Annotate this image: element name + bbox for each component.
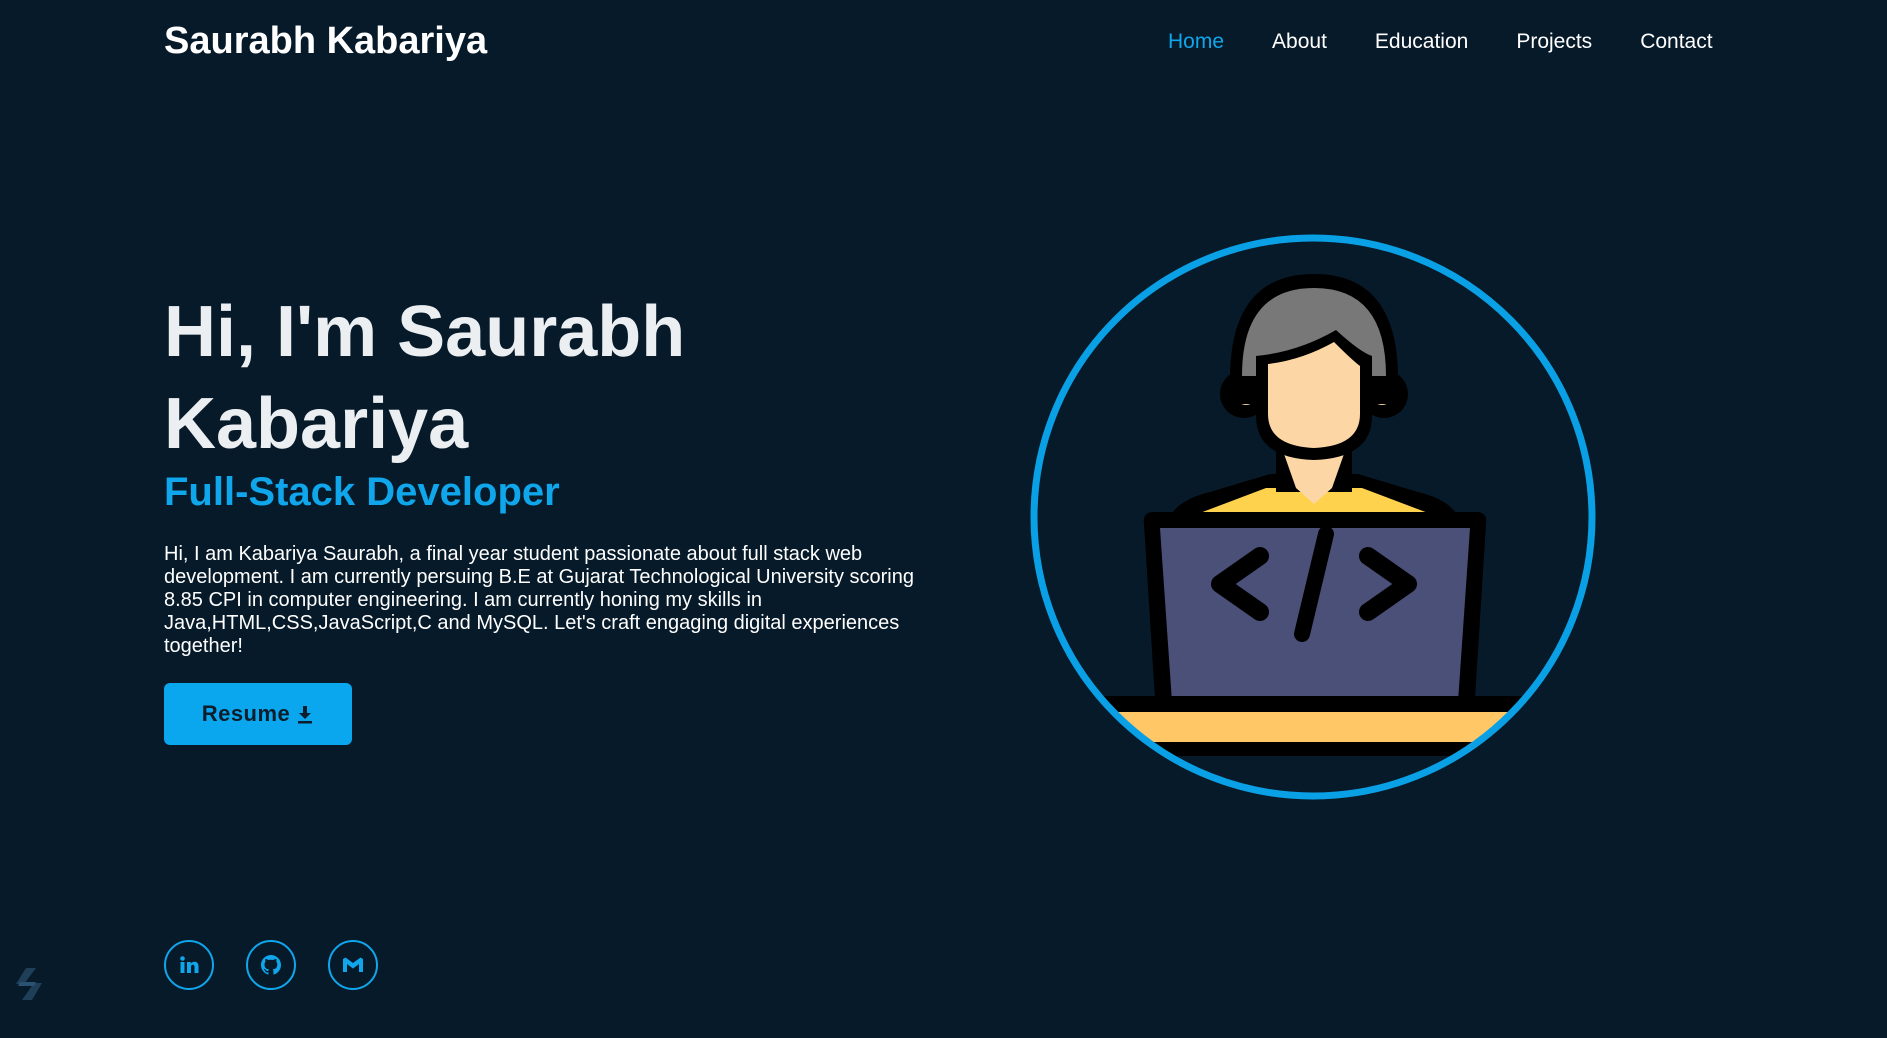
main-nav: Home About Education Projects Contact xyxy=(1168,30,1713,54)
corner-logo-icon xyxy=(14,966,44,1002)
download-icon xyxy=(296,704,314,724)
linkedin-icon xyxy=(178,954,200,976)
hero-subtitle: Full-Stack Developer xyxy=(164,470,560,514)
resume-button-label: Resume xyxy=(201,701,291,726)
nav-projects-link[interactable]: Projects xyxy=(1516,30,1592,54)
developer-avatar-illustration xyxy=(1030,234,1596,800)
gmail-icon xyxy=(341,955,365,975)
hero-description: Hi, I am Kabariya Saurabh, a final year … xyxy=(164,543,914,657)
social-links xyxy=(164,940,378,990)
brand-name[interactable]: Saurabh Kabariya xyxy=(164,20,487,63)
resume-download-button[interactable]: Resume xyxy=(164,683,352,745)
nav-home-link[interactable]: Home xyxy=(1168,30,1224,54)
hero-title: Hi, I'm Saurabh Kabariya xyxy=(164,292,686,464)
nav-about-link[interactable]: About xyxy=(1272,30,1327,54)
site-header: Saurabh Kabariya Home About Education Pr… xyxy=(0,0,1887,84)
gmail-link[interactable] xyxy=(328,940,378,990)
nav-contact-link[interactable]: Contact xyxy=(1640,30,1712,54)
github-icon xyxy=(259,953,283,977)
github-link[interactable] xyxy=(246,940,296,990)
linkedin-link[interactable] xyxy=(164,940,214,990)
nav-education-link[interactable]: Education xyxy=(1375,30,1468,54)
